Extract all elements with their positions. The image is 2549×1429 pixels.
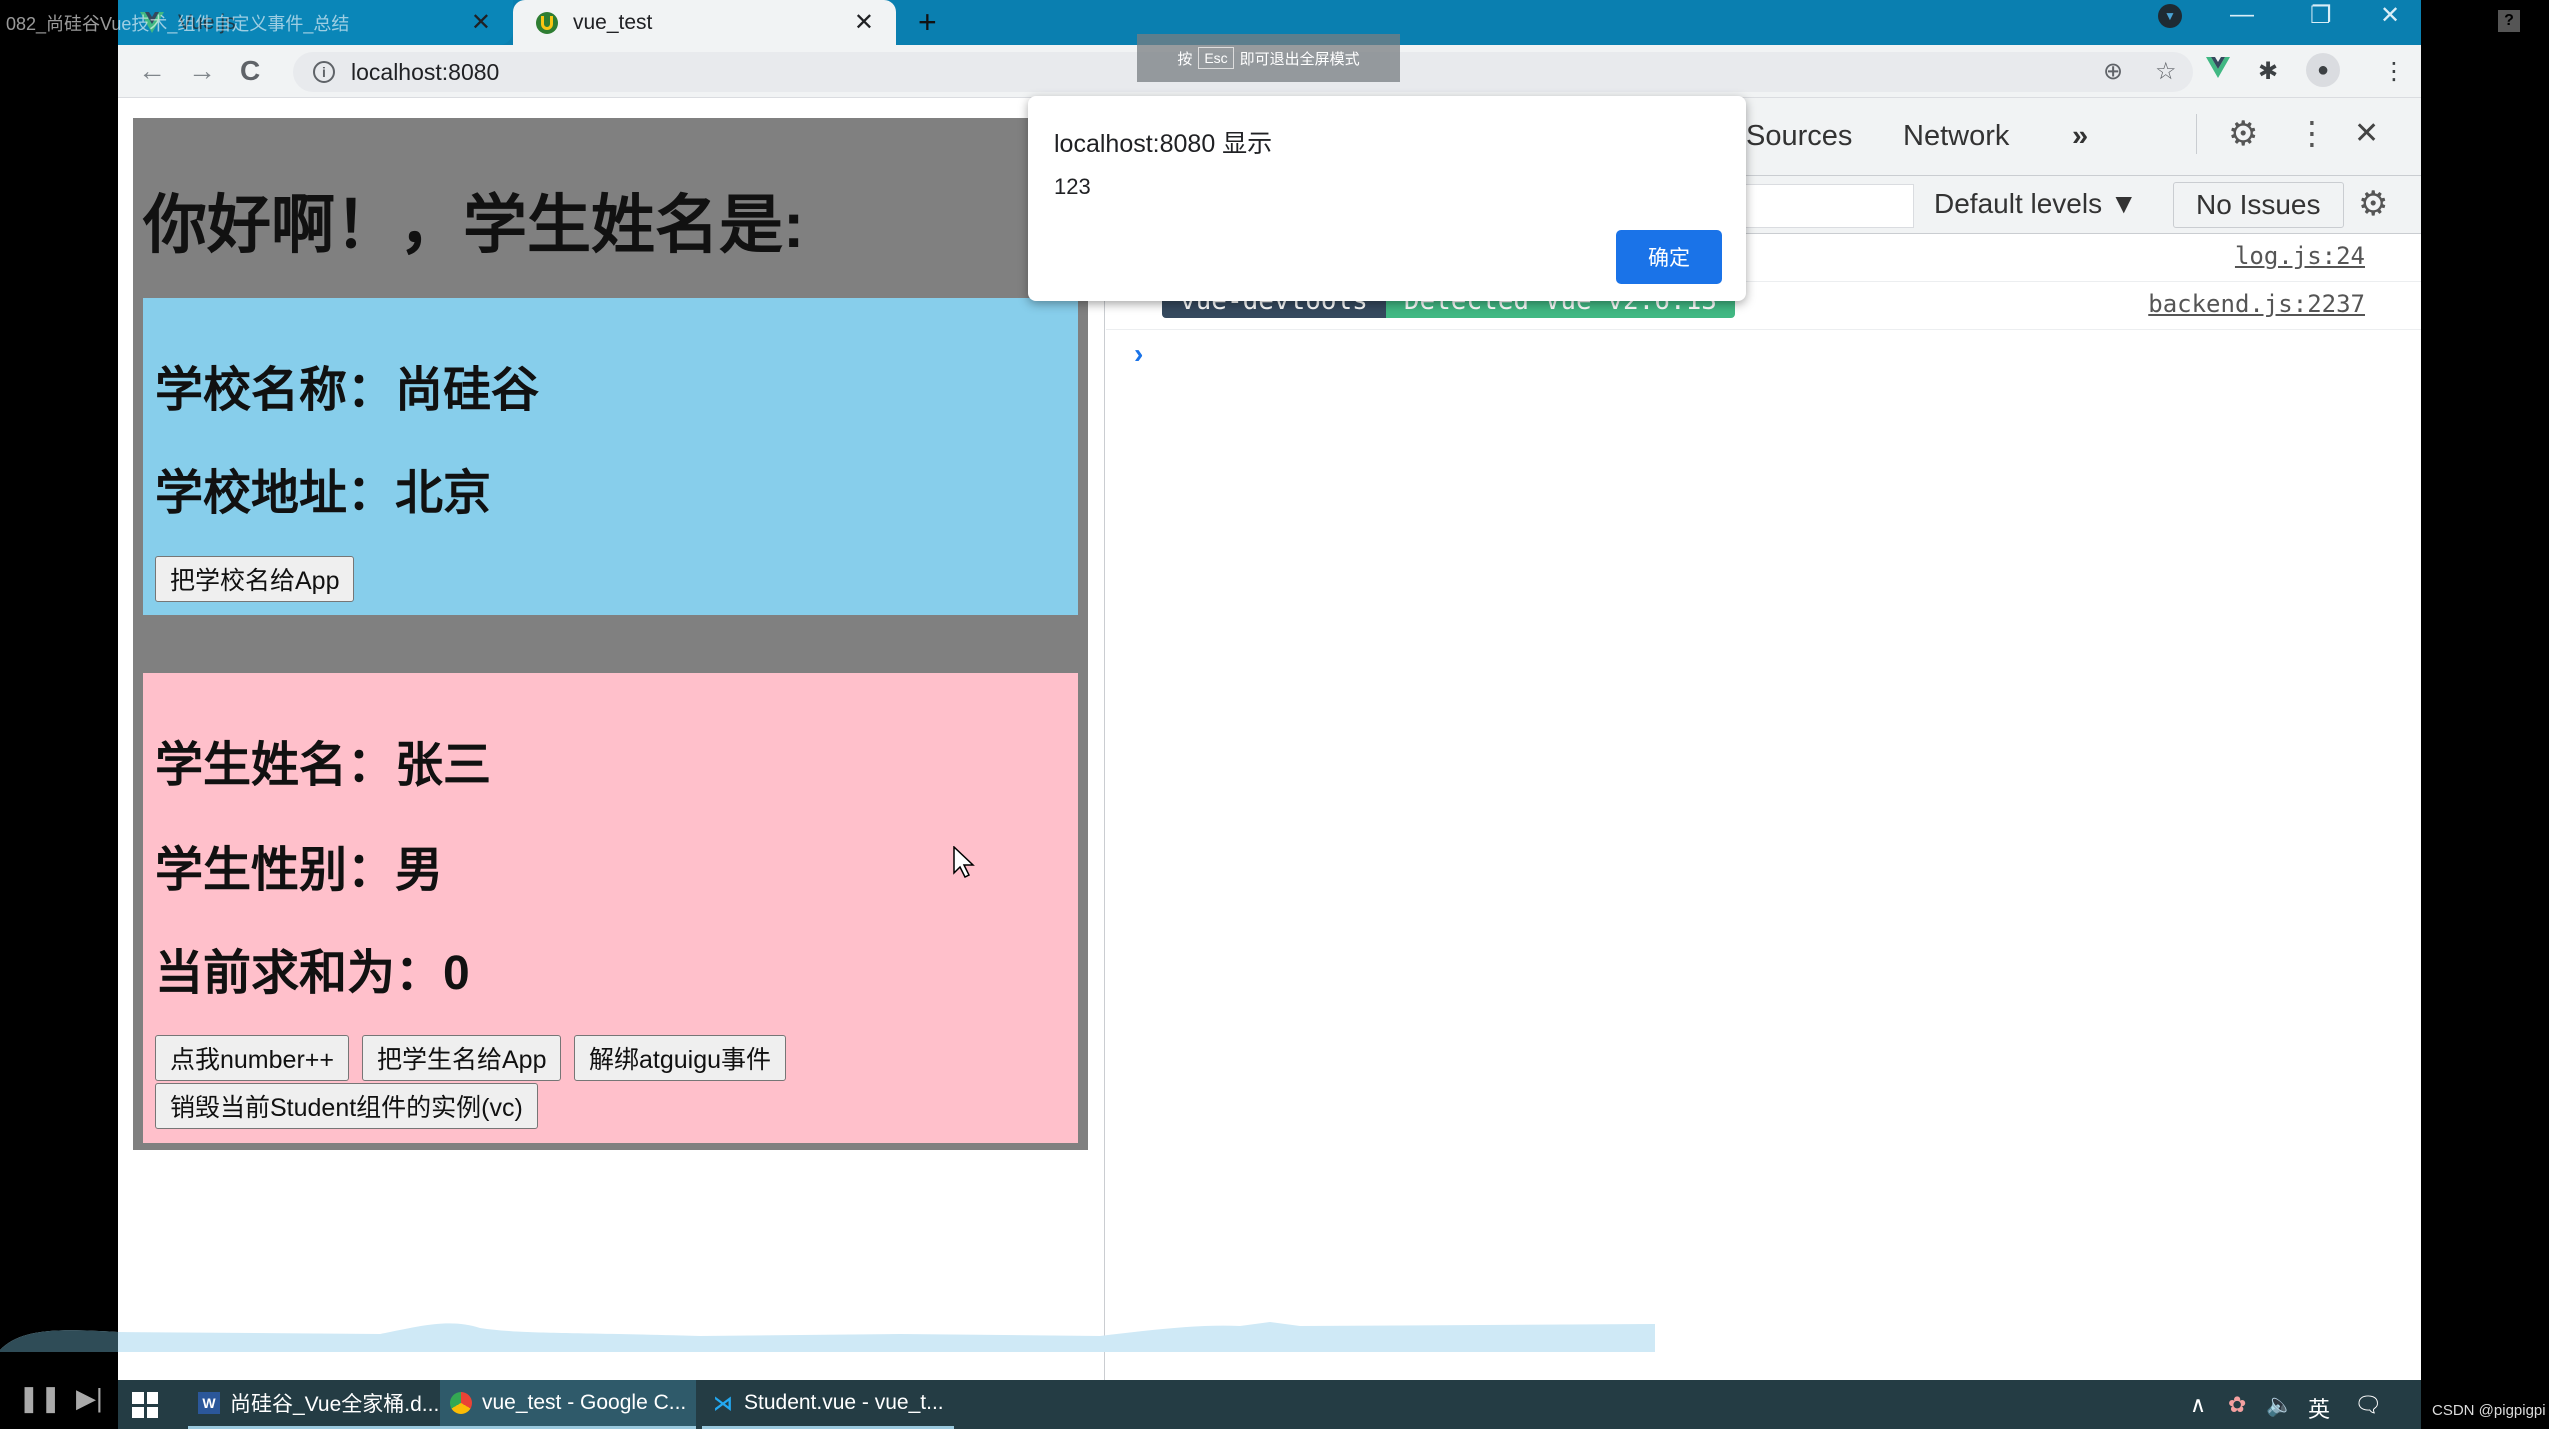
tab-search-icon[interactable]: ▼ <box>2158 4 2182 28</box>
tab-close-icon[interactable]: ✕ <box>471 8 491 37</box>
hint-key: Esc <box>1198 47 1234 69</box>
profile-avatar-icon[interactable]: ● <box>2306 53 2340 87</box>
help-icon[interactable]: ? <box>2498 10 2520 32</box>
alert-ok-button[interactable]: 确定 <box>1616 230 1722 284</box>
app-container: 你好啊！，学生姓名是: 学校名称：尚硅谷 学校地址：北京 把学校名给App 学生… <box>133 118 1088 1150</box>
tab-label: vue_test <box>573 10 653 34</box>
devtools-close-icon[interactable]: ✕ <box>2354 116 2379 151</box>
notifications-icon[interactable]: 🗨 <box>2354 1392 2382 1418</box>
video-progress-wave[interactable] <box>0 1320 1655 1352</box>
browser-window: Vue.js ✕ vue_test ✕ + ▼ — ❐ ✕ ← → C i lo… <box>118 0 2421 1380</box>
devtools-settings-icon[interactable]: ⚙ <box>2228 114 2258 154</box>
taskbar-label: 尚硅谷_Vue全家桶.d... <box>230 1393 440 1416</box>
tab-network[interactable]: Network <box>1903 120 2009 153</box>
increment-number-button[interactable]: 点我number++ <box>155 1035 349 1081</box>
mouse-cursor-icon <box>953 846 975 878</box>
devtools-menu-icon[interactable]: ⋮ <box>2296 114 2328 152</box>
more-tabs-icon[interactable]: » <box>2072 120 2088 153</box>
unbind-atguigu-button[interactable]: 解绑atguigu事件 <box>574 1035 787 1081</box>
fullscreen-hint: 按 Esc 即可退出全屏模式 <box>1137 34 1400 82</box>
tab-close-icon[interactable]: ✕ <box>854 8 874 37</box>
chrome-icon <box>450 1392 472 1414</box>
close-window-button[interactable]: ✕ <box>2380 0 2400 30</box>
back-button[interactable]: ← <box>138 55 166 87</box>
student-name: 学生姓名：张三 <box>155 739 492 792</box>
app-favicon-icon <box>535 11 559 35</box>
forward-button[interactable]: → <box>188 55 216 87</box>
extensions-puzzle-icon[interactable]: ✱ <box>2258 57 2278 86</box>
school-address: 学校地址：北京 <box>155 467 492 520</box>
destroy-student-button[interactable]: 销毁当前Student组件的实例(vc) <box>155 1083 538 1129</box>
taskbar-item-chrome[interactable]: vue_test - Google C... <box>440 1380 697 1429</box>
restore-button[interactable]: ❐ <box>2310 0 2332 30</box>
school-name: 学校名称：尚硅谷 <box>155 364 540 417</box>
reload-button[interactable]: C <box>240 55 260 87</box>
bookmark-star-icon[interactable]: ☆ <box>2155 57 2177 86</box>
alert-message: 123 <box>1054 174 1091 199</box>
log-levels-dropdown[interactable]: Default levels ▼ <box>1934 188 2138 220</box>
screen: 082_尚硅谷Vue技术_组件自定义事件_总结 ? Vue.js ✕ vue_t… <box>0 0 2549 1429</box>
word-icon: W <box>198 1392 220 1414</box>
zoom-icon[interactable]: ⊕ <box>2103 57 2123 86</box>
tab-vue-test[interactable]: vue_test ✕ <box>513 0 896 45</box>
hint-prefix: 按 <box>1177 50 1193 68</box>
issues-button[interactable]: No Issues <box>2173 182 2344 228</box>
send-student-name-button[interactable]: 把学生名给App <box>362 1035 562 1081</box>
minimize-button[interactable]: — <box>2230 0 2254 30</box>
student-gender: 学生性别：男 <box>155 844 444 897</box>
school-component: 学校名称：尚硅谷 学校地址：北京 把学校名给App <box>143 298 1078 615</box>
ime-indicator[interactable]: 英 <box>2308 1392 2330 1424</box>
console-source-link[interactable]: log.js:24 <box>2235 242 2365 270</box>
new-tab-button[interactable]: + <box>918 4 937 41</box>
current-sum: 当前求和为：0 <box>155 947 470 1000</box>
taskbar-item-word[interactable]: W 尚硅谷_Vue全家桶.d... <box>188 1380 450 1429</box>
video-title: 082_尚硅谷Vue技术_组件自定义事件_总结 <box>6 14 350 34</box>
video-player-controls[interactable]: ❚❚ ▶| <box>18 1383 103 1414</box>
tray-chevron-icon[interactable]: ∧ <box>2190 1392 2206 1418</box>
page-viewport: 你好啊！，学生姓名是: 学校名称：尚硅谷 学校地址：北京 把学校名给App 学生… <box>118 98 1105 1380</box>
tab-sources[interactable]: Sources <box>1746 120 1852 153</box>
send-school-name-button[interactable]: 把学校名给App <box>155 556 355 602</box>
vscode-icon: ⋊ <box>713 1392 733 1415</box>
hint-suffix: 即可退出全屏模式 <box>1239 50 1360 68</box>
console-source-link[interactable]: backend.js:2237 <box>2148 290 2365 318</box>
site-info-icon[interactable]: i <box>313 61 335 83</box>
windows-start-icon[interactable] <box>132 1392 158 1418</box>
taskbar-item-vscode[interactable]: ⋊ Student.vue - vue_t... <box>702 1380 954 1429</box>
student-component: 学生姓名：张三 学生性别：男 当前求和为：0 点我number++ 把学生名给A… <box>143 673 1078 1143</box>
alert-dialog: localhost:8080 显示 123 确定 <box>1028 96 1746 301</box>
console-prompt[interactable]: › <box>1134 338 1143 370</box>
alert-title: localhost:8080 显示 <box>1054 130 1273 158</box>
volume-icon[interactable]: 🔈 <box>2266 1392 2293 1418</box>
tray-app-icon[interactable]: ✿ <box>2228 1392 2246 1418</box>
windows-taskbar: W 尚硅谷_Vue全家桶.d... vue_test - Google C...… <box>118 1380 2421 1429</box>
divider <box>2196 114 2197 154</box>
console-settings-icon[interactable]: ⚙ <box>2358 184 2388 224</box>
browser-menu-icon[interactable]: ⋮ <box>2382 57 2406 86</box>
page-heading: 你好啊！，学生姓名是: <box>143 189 805 261</box>
address-text: localhost:8080 <box>351 58 500 85</box>
taskbar-label: Student.vue - vue_t... <box>744 1391 944 1414</box>
vue-devtools-extension-icon[interactable] <box>2206 57 2230 86</box>
taskbar-label: vue_test - Google C... <box>482 1391 687 1414</box>
watermark: CSDN @pigpigpi <box>2432 1402 2546 1419</box>
